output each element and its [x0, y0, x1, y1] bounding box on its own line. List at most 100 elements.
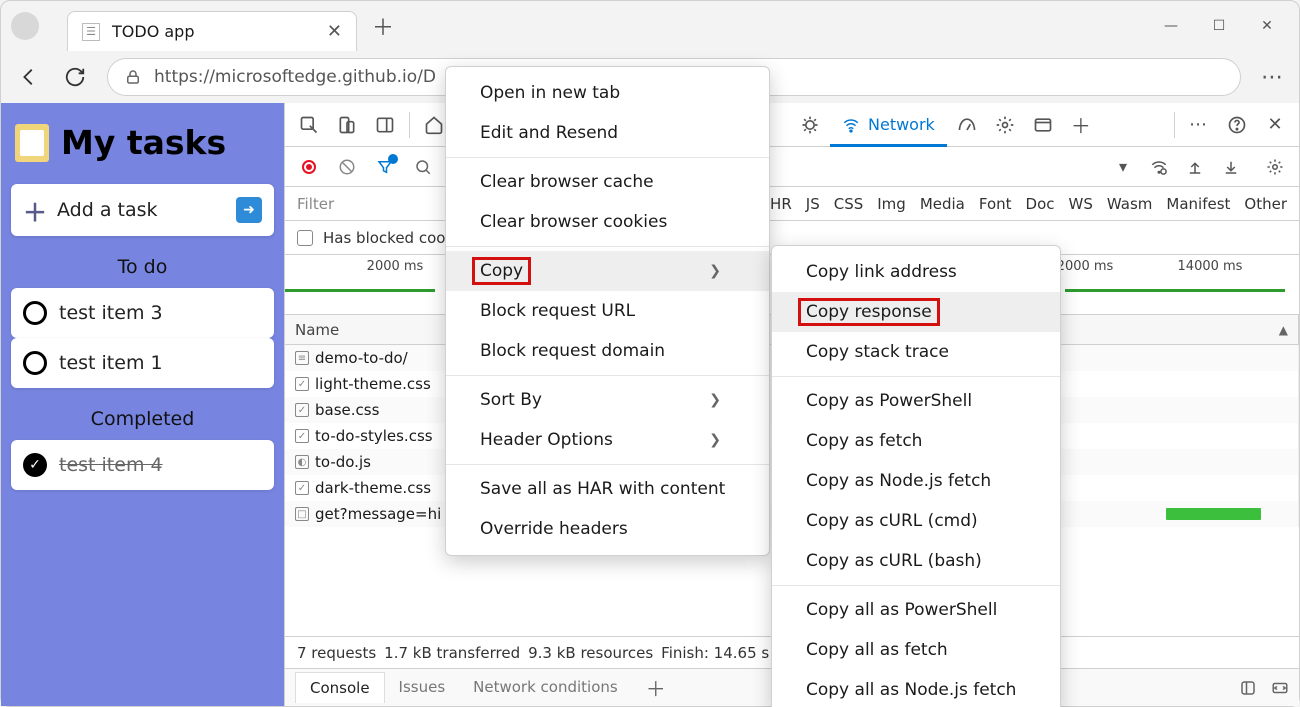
menu-item[interactable]: Copy as cURL (bash) [772, 541, 1060, 581]
import-icon[interactable] [1179, 151, 1211, 183]
add-tab-button[interactable]: ＋ [1063, 107, 1099, 143]
search-button[interactable] [407, 151, 439, 183]
browser-tab[interactable]: ☰ TODO app ✕ [67, 11, 357, 51]
drawer-issues-icon[interactable] [1239, 679, 1257, 697]
menu-item[interactable]: Clear browser cache [446, 162, 769, 202]
add-task-button[interactable]: ＋ Add a task ➜ [11, 184, 274, 236]
menu-item[interactable]: Copy❯ [446, 251, 769, 291]
menu-item[interactable]: Copy all as fetch [772, 630, 1060, 670]
tab-favicon: ☰ [82, 23, 100, 41]
back-button[interactable] [15, 63, 43, 91]
refresh-button[interactable] [61, 63, 89, 91]
menu-item[interactable]: Open in new tab [446, 73, 769, 113]
menu-item[interactable]: Copy as Node.js fetch [772, 461, 1060, 501]
item-checkbox[interactable] [23, 351, 47, 375]
menu-item[interactable]: Override headers [446, 509, 769, 549]
context-menu-main[interactable]: Open in new tabEdit and Resend Clear brow… [445, 66, 770, 556]
menu-item[interactable]: Copy as fetch [772, 421, 1060, 461]
item-checkbox-checked[interactable]: ✓ [23, 453, 47, 477]
menu-item[interactable]: Copy as PowerShell [772, 381, 1060, 421]
devtools-tabstrip: Network ＋ ⋯ ✕ [285, 103, 1299, 147]
tab-network[interactable]: Network [830, 105, 947, 145]
menu-item[interactable]: Copy link address [772, 252, 1060, 292]
filter-type[interactable]: CSS [834, 195, 864, 213]
item-checkbox[interactable] [23, 301, 47, 325]
help-icon[interactable] [1219, 107, 1255, 143]
app-title: My tasks [61, 123, 226, 162]
application-tab-icon[interactable] [1025, 107, 1061, 143]
new-tab-button[interactable]: ＋ [363, 6, 403, 46]
performance-tab-icon[interactable] [949, 107, 985, 143]
file-icon: ✓ [295, 481, 309, 495]
page-content: My tasks ＋ Add a task ➜ To do test item … [1, 103, 1299, 706]
drawer-expand-icon[interactable] [1271, 679, 1289, 697]
status-resources: 9.3 kB resources [528, 644, 653, 662]
menu-item[interactable]: Header Options❯ [446, 420, 769, 460]
filter-type[interactable]: Manifest [1166, 195, 1230, 213]
minimize-icon[interactable]: — [1161, 18, 1181, 34]
filter-type[interactable]: Font [979, 195, 1012, 213]
filter-type[interactable]: Doc [1026, 195, 1055, 213]
menu-item[interactable]: Copy response [772, 292, 1060, 332]
status-requests: 7 requests [297, 644, 376, 662]
todo-item[interactable]: test item 3 [11, 288, 274, 338]
chevron-right-icon: ❯ [709, 392, 721, 408]
filter-type[interactable]: Img [877, 195, 906, 213]
close-window-icon[interactable]: ✕ [1257, 18, 1277, 34]
export-icon[interactable] [1215, 151, 1247, 183]
devtools-panel: Network ＋ ⋯ ✕ ▾ [284, 103, 1299, 706]
blocked-cookies-checkbox[interactable] [297, 230, 313, 246]
menu-item[interactable]: Save all as HAR with content [446, 469, 769, 509]
network-settings-icon[interactable] [1259, 151, 1291, 183]
throttle-dropdown-caret[interactable]: ▾ [1107, 151, 1139, 183]
file-icon: ◐ [295, 455, 309, 469]
menu-item[interactable]: Edit and Resend [446, 113, 769, 153]
menu-item-label: Copy as cURL (cmd) [800, 509, 984, 533]
drawer-tab[interactable]: Network conditions [459, 672, 632, 703]
item-text: test item 3 [59, 302, 163, 324]
bug-icon[interactable] [792, 107, 828, 143]
menu-item[interactable]: Block request URL [446, 291, 769, 331]
tab-title: TODO app [112, 22, 194, 41]
profile-avatar[interactable] [11, 12, 39, 40]
filter-type[interactable]: Other [1244, 195, 1287, 213]
request-name: demo-to-do/ [315, 349, 408, 367]
menu-item[interactable]: Copy as cURL (cmd) [772, 501, 1060, 541]
browser-overflow-menu[interactable]: ⋯ [1259, 63, 1287, 91]
network-conditions-icon[interactable] [1143, 151, 1175, 183]
device-icon[interactable] [329, 107, 365, 143]
menu-item[interactable]: Copy all as Node.js fetch [772, 670, 1060, 707]
menu-item-label: Header Options [474, 428, 619, 452]
todo-item[interactable]: test item 1 [11, 338, 274, 388]
inspect-icon[interactable] [291, 107, 327, 143]
context-menu-copy-submenu[interactable]: Copy link addressCopy responseCopy stack… [771, 245, 1061, 707]
section-completed-label: Completed [11, 408, 274, 430]
menu-item-label: Copy as cURL (bash) [800, 549, 988, 573]
drawer-tab[interactable]: Console [295, 672, 385, 703]
devtools-close-icon[interactable]: ✕ [1257, 107, 1293, 143]
filter-type[interactable]: Wasm [1107, 195, 1153, 213]
menu-item[interactable]: Block request domain [446, 331, 769, 371]
clear-button[interactable] [331, 151, 363, 183]
record-button[interactable] [293, 151, 325, 183]
maximize-icon[interactable]: ☐ [1209, 18, 1229, 34]
filter-input[interactable]: Filter [297, 195, 334, 213]
submit-arrow-icon[interactable]: ➜ [236, 197, 262, 223]
menu-item[interactable]: Sort By❯ [446, 380, 769, 420]
menu-item-label: Copy all as Node.js fetch [800, 678, 1022, 702]
filter-type[interactable]: WS [1069, 195, 1093, 213]
menu-item[interactable]: Clear browser cookies [446, 202, 769, 242]
filter-type[interactable]: Media [920, 195, 965, 213]
drawer-tab[interactable]: Issues [385, 672, 460, 703]
devtools-overflow-icon[interactable]: ⋯ [1181, 107, 1217, 143]
filter-toggle-button[interactable] [369, 151, 401, 183]
dock-icon[interactable] [367, 107, 403, 143]
add-drawer-tab[interactable]: ＋ [646, 673, 666, 702]
todo-item-done[interactable]: ✓test item 4 [11, 440, 274, 490]
filter-type[interactable]: JS [806, 195, 820, 213]
close-tab-icon[interactable]: ✕ [327, 21, 342, 42]
menu-item[interactable]: Copy all as PowerShell [772, 590, 1060, 630]
section-todo-label: To do [11, 256, 274, 278]
settings-gear-icon[interactable] [987, 107, 1023, 143]
menu-item[interactable]: Copy stack trace [772, 332, 1060, 372]
